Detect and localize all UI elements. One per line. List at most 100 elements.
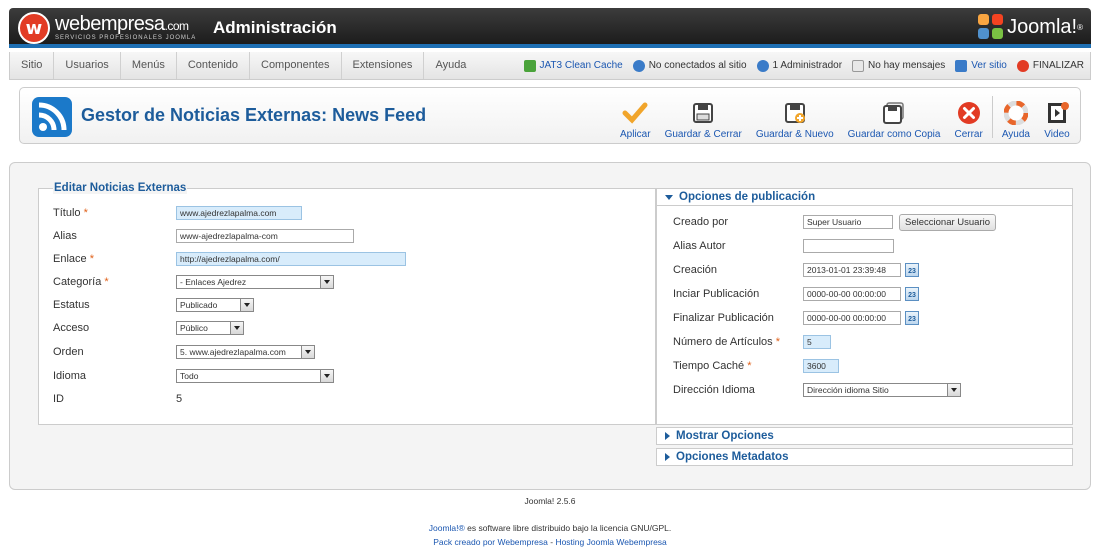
site-users-status: No conectados al sitio (632, 59, 747, 72)
clean-cache-link[interactable]: JAT3 Clean Cache (523, 59, 623, 72)
menu-item-componentes[interactable]: Componentes (250, 52, 342, 79)
show-options-toggle[interactable]: Mostrar Opciones (656, 427, 1073, 445)
menu-item-ayuda[interactable]: Ayuda (424, 52, 477, 79)
order-label: Orden (53, 346, 84, 358)
brand-subtitle: SERVICIOS PROFESIONALES JOOMLA (55, 35, 197, 41)
order-row: Orden 5. www.ajedrezlapalma.com (53, 343, 315, 361)
required-mark: * (104, 276, 109, 288)
language-select[interactable]: Todo (176, 369, 334, 383)
brand-name: webempresa (55, 13, 165, 35)
publish-up-input[interactable]: 0000-00-00 00:00:00 (803, 287, 901, 301)
user-icon (756, 59, 769, 72)
status-row: Estatus Publicado (53, 296, 254, 314)
metadata-options-toggle[interactable]: Opciones Metadatos (656, 448, 1073, 466)
cache-time-input[interactable]: 3600 (803, 359, 839, 373)
alias-label: Alias (53, 230, 77, 242)
language-row: Idioma Todo (53, 367, 334, 385)
alias-input[interactable]: www-ajedrezlapalma-com (176, 229, 354, 243)
alias-author-input[interactable] (803, 239, 894, 253)
calendar-icon[interactable]: 23 (905, 287, 919, 301)
link-row: Enlace * http://ajedrezlapalma.com/ (53, 250, 406, 268)
chevron-down-icon (240, 299, 253, 311)
cache-time-row: Tiempo Caché * 3600 (673, 357, 839, 375)
id-value: 5 (176, 393, 183, 405)
page-title: Gestor de Noticias Externas: News Feed (81, 105, 427, 125)
chevron-down-icon (301, 346, 314, 358)
save-close-button[interactable]: Guardar & Cerrar (658, 94, 749, 140)
select-user-button[interactable]: Seleccionar Usuario (899, 213, 997, 231)
checkmark-icon (622, 100, 648, 126)
toolbar-divider (991, 96, 993, 138)
publish-down-input[interactable]: 0000-00-00 00:00:00 (803, 311, 901, 325)
menu-item-sitio[interactable]: Sitio (10, 52, 55, 79)
publishing-options-toggle[interactable]: Opciones de publicación (656, 188, 1073, 206)
video-icon (1044, 100, 1070, 126)
save-copy-button[interactable]: Guardar como Copia (841, 94, 948, 140)
publish-up-label: Inciar Publicación (673, 288, 760, 300)
required-mark: * (89, 253, 94, 265)
video-button[interactable]: Video (1037, 94, 1077, 140)
menu-item-usuarios[interactable]: Usuarios (54, 52, 121, 79)
menu-item-extensiones[interactable]: Extensiones (342, 52, 425, 79)
mail-icon (852, 59, 865, 72)
order-select[interactable]: 5. www.ajedrezlapalma.com (176, 345, 315, 359)
joomla-logo-icon (978, 14, 1004, 40)
close-button[interactable]: Cerrar (947, 94, 989, 140)
help-button[interactable]: Ayuda (995, 94, 1037, 140)
title-row: Título * www.ajedrezlapalma.com (53, 204, 302, 222)
access-label: Acceso (53, 322, 90, 334)
category-row: Categoría * - Enlaces Ajedrez (53, 273, 334, 291)
id-row: ID 5 (53, 390, 182, 408)
created-date-input[interactable]: 2013-01-01 23:39:48 (803, 263, 901, 277)
logout-link[interactable]: FINALIZAR (1016, 59, 1084, 72)
save-new-button[interactable]: Guardar & Nuevo (749, 94, 841, 140)
edit-feed-fieldset: Editar Noticias Externas Título * www.aj… (38, 182, 656, 425)
save-copy-icon (881, 100, 907, 126)
created-by-row: Creado por Super Usuario Seleccionar Usu… (673, 213, 997, 231)
required-mark: * (775, 336, 780, 348)
required-mark: * (83, 207, 88, 219)
view-site-link[interactable]: Ver sitio (955, 59, 1007, 72)
access-select[interactable]: Público (176, 321, 244, 335)
joomla-logo-text: Joomla! (1007, 15, 1078, 38)
status-select[interactable]: Publicado (176, 298, 254, 312)
num-articles-row: Número de Artículos * 5 (673, 333, 831, 351)
menu-item-contenido[interactable]: Contenido (177, 52, 250, 79)
category-label: Categoría (53, 276, 102, 288)
title-input[interactable]: www.ajedrezlapalma.com (176, 206, 302, 220)
joomla-mark: ® (1077, 22, 1083, 32)
logout-icon (1016, 59, 1029, 72)
language-label: Idioma (53, 370, 87, 382)
menu-item-menus[interactable]: Menús (121, 52, 177, 79)
brand-suffix: .com (164, 19, 190, 33)
admin-header: w webempresa.com SERVICIOS PROFESIONALES… (9, 8, 1091, 48)
language-direction-row: Dirección Idioma Dirección idioma Sitio (673, 381, 961, 399)
save-new-icon (782, 100, 808, 126)
link-label: Enlace (53, 253, 87, 265)
chevron-down-icon (230, 322, 243, 334)
toolbar-box: Gestor de Noticias Externas: News Feed A… (19, 87, 1081, 144)
created-date-row: Creación 2013-01-01 23:39:48 23 (673, 261, 919, 279)
link-input[interactable]: http://ajedrezlapalma.com/ (176, 252, 406, 266)
hosting-link[interactable]: Hosting Joomla Webempresa (555, 537, 666, 547)
webempresa-pack-link[interactable]: Pack creado por Webempresa (433, 537, 548, 547)
title-label: Título (53, 207, 81, 219)
webempresa-logo[interactable]: w webempresa.com SERVICIOS PROFESIONALES… (18, 12, 196, 44)
num-articles-label: Número de Artículos (673, 336, 773, 348)
chevron-down-icon (320, 370, 333, 382)
joomla-license-link[interactable]: Joomla!® (429, 523, 465, 533)
num-articles-input[interactable]: 5 (803, 335, 831, 349)
webempresa-logo-icon: w (18, 12, 50, 44)
language-direction-select[interactable]: Dirección idioma Sitio (803, 383, 961, 397)
messages-status[interactable]: No hay mensajes (852, 59, 945, 72)
calendar-icon[interactable]: 23 (905, 311, 919, 325)
main-panel: Editar Noticias Externas Título * www.aj… (9, 162, 1091, 490)
apply-button[interactable]: Aplicar (613, 94, 658, 140)
monitor-icon (955, 59, 968, 72)
calendar-icon[interactable]: 23 (905, 263, 919, 277)
admin-users-status: 1 Administrador (756, 59, 842, 72)
status-label: Estatus (53, 299, 90, 311)
footer-version: Joomla! 2.5.6 (524, 496, 576, 506)
footer-license: Joomla!® es software libre distribuido b… (428, 523, 672, 533)
category-select[interactable]: - Enlaces Ajedrez (176, 275, 334, 289)
